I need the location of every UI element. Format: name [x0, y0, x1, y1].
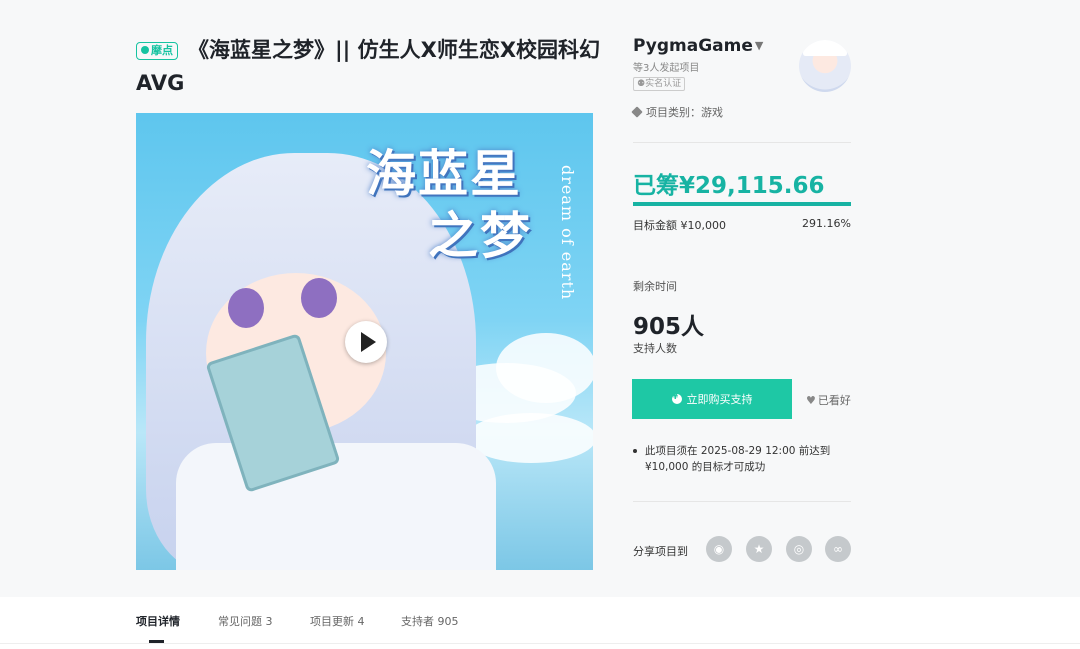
project-cover-video[interactable]: 海蓝星 之梦 dream of earth [136, 113, 593, 570]
funding-progress-bar [633, 202, 851, 206]
cover-title: 海蓝星 之梦 [366, 143, 576, 267]
raised-amount: 已筹¥29,115.66 [633, 173, 825, 199]
avatar-cap [803, 40, 847, 56]
star-icon[interactable]: ★ [746, 536, 772, 562]
remaining-time-label: 剩余时间 [633, 280, 677, 293]
character-eye [301, 278, 337, 318]
tabbar-divider [0, 643, 1080, 644]
like-button[interactable]: ♥ 已看好 [806, 392, 851, 408]
share-label: 分享项目到 [633, 545, 688, 558]
funding-percent: 291.16% [802, 217, 851, 230]
tag-icon [631, 106, 643, 118]
backer-count: 905人 [633, 314, 705, 340]
project-title-text: 《海蓝星之梦》|| 仿生人X师生恋X校园科幻AVG [136, 38, 601, 95]
project-category: 项目类别：游戏 [631, 104, 723, 120]
funding-notice-text: 此项目须在 2025-08-29 12:00 前达到 ¥10,000 的目标才可… [645, 445, 831, 473]
divider [633, 142, 851, 143]
cover-subtitle: dream of earth [558, 165, 577, 301]
goal-amount: 目标金额 ¥10,000 [633, 219, 726, 232]
creator-name[interactable]: PygmaGame ▼ [633, 36, 763, 56]
project-tabs: 项目详情 常见问题 3 项目更新 4 支持者 905 [0, 597, 1080, 649]
project-title: 摩点 《海蓝星之梦》|| 仿生人X师生恋X校园科幻AVG [136, 34, 606, 100]
tab-project-details[interactable]: 项目详情 [136, 613, 180, 629]
backer-count-label: 支持人数 [633, 342, 677, 355]
category-text: 项目类别：游戏 [646, 106, 723, 119]
like-label: 已看好 [817, 394, 851, 407]
cover-title-line2: 之梦 [428, 207, 532, 265]
link-icon[interactable]: ∞ [825, 536, 851, 562]
creator-subtitle: 等3人发起项目 [633, 63, 700, 74]
verified-badge: ⚉实名认证 [633, 77, 686, 91]
play-icon[interactable] [345, 321, 387, 363]
verified-label: 实名认证 [645, 79, 682, 89]
bullet-icon [633, 449, 637, 453]
cover-title-line1: 海蓝星 [366, 145, 522, 203]
character-eye [228, 288, 264, 328]
tab-updates[interactable]: 项目更新 4 [310, 613, 365, 629]
coin-icon [671, 392, 682, 404]
weibo-icon[interactable]: ◉ [706, 536, 732, 562]
heart-icon: ♥ [806, 394, 816, 407]
funding-notice: 此项目须在 2025-08-29 12:00 前达到 ¥10,000 的目标才可… [633, 443, 845, 475]
buy-support-button[interactable]: 立即购买支持 [632, 379, 792, 419]
user-icon: ⚉ [637, 79, 646, 89]
buy-support-label: 立即购买支持 [686, 393, 753, 406]
modian-badge: 摩点 [136, 42, 178, 60]
wechat-icon[interactable]: ◎ [786, 536, 812, 562]
tab-backers[interactable]: 支持者 905 [401, 613, 459, 629]
caret-down-icon[interactable]: ▼ [755, 39, 763, 52]
creator-name-text[interactable]: PygmaGame [633, 36, 753, 56]
divider [633, 501, 851, 502]
tab-faq[interactable]: 常见问题 3 [218, 613, 273, 629]
badge-icon [141, 46, 149, 54]
cloud [496, 333, 593, 403]
creator-avatar[interactable] [799, 40, 851, 92]
badge-label: 摩点 [151, 44, 173, 57]
